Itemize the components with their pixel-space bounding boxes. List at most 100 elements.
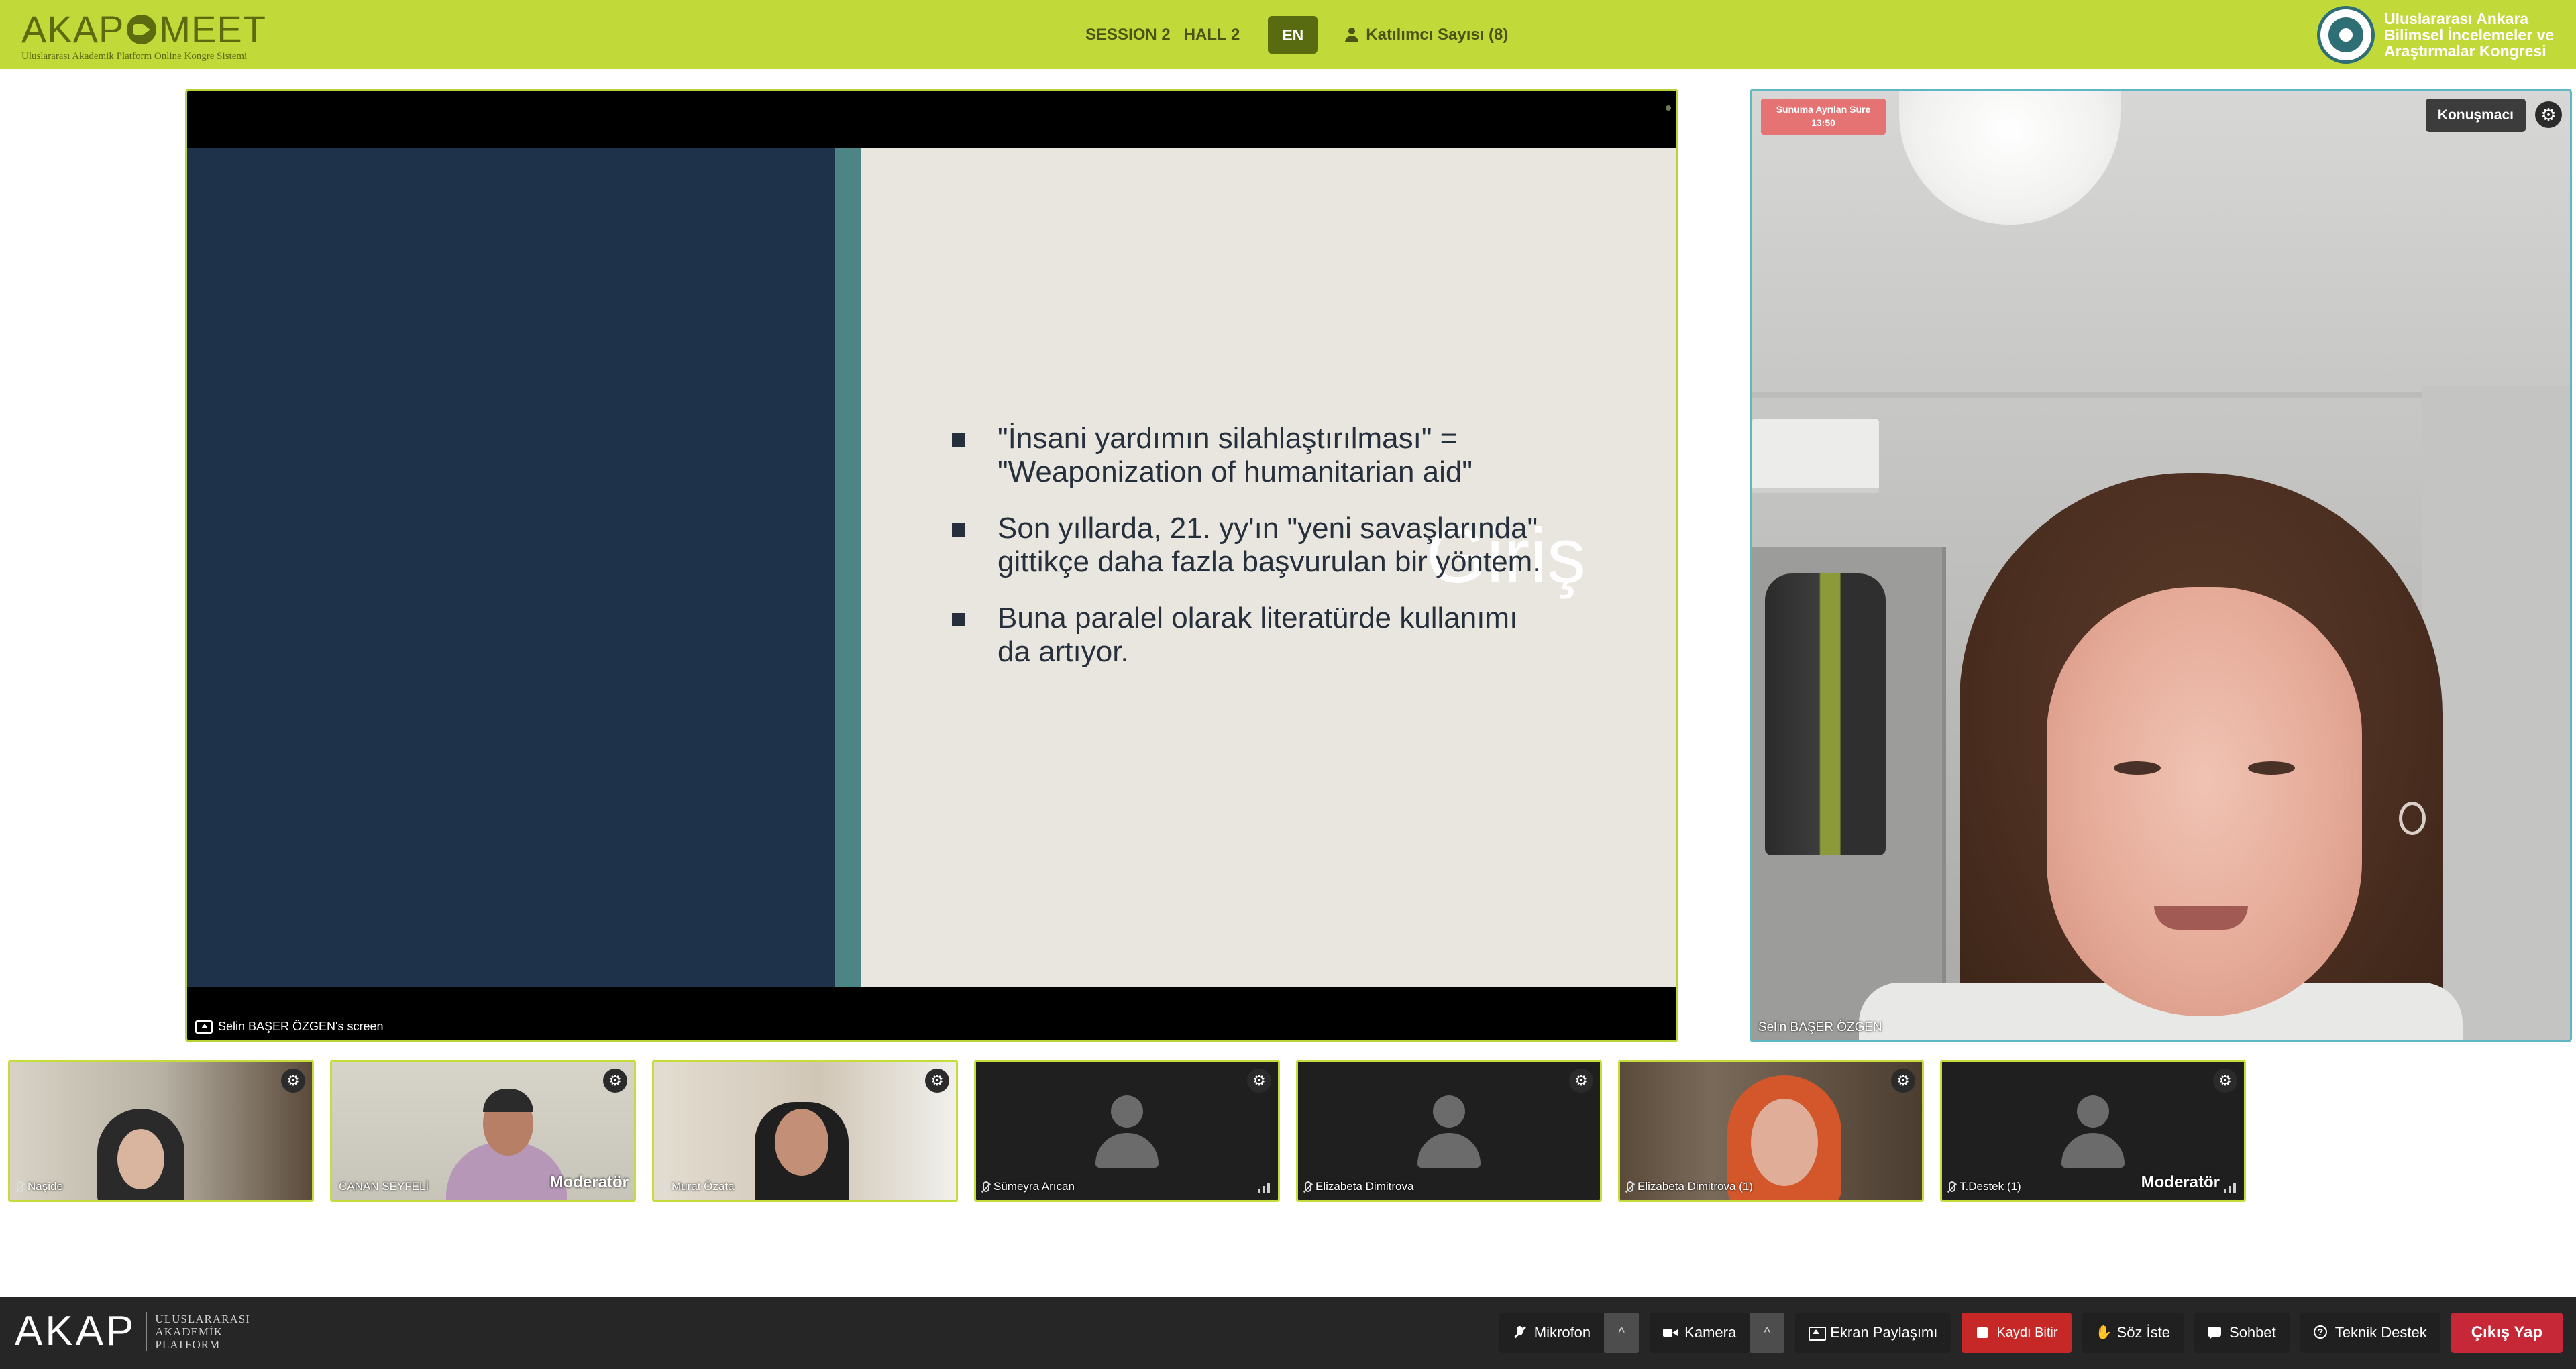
participant-tile[interactable]: ⚙ Elizabeta Dimitrova: [1296, 1060, 1602, 1202]
gear-icon[interactable]: ⚙: [1891, 1069, 1915, 1093]
gear-icon[interactable]: ⚙: [281, 1069, 305, 1093]
speaker-video-tile[interactable]: Sunuma Ayrılan Süre 13:50 Konuşmacı ⚙ Se…: [1750, 89, 2572, 1042]
screen-share-icon: [195, 1020, 213, 1034]
chat-bubble-icon: [2208, 1325, 2222, 1340]
participant-tile[interactable]: ⚙ Elizabeta Dimitrova (1): [1618, 1060, 1924, 1202]
logo-akap-text: AKAP: [21, 8, 125, 50]
session-info: SESSION 2 HALL 2 EN Katılımcı Sayısı (8): [1085, 16, 1508, 54]
hall-label: HALL 2: [1183, 25, 1240, 44]
participant-name-label: Elizabeta Dimitrova (1): [1627, 1180, 1753, 1193]
participant-face: [117, 1129, 164, 1189]
moderator-label: Moderatör: [549, 1173, 629, 1191]
raise-hand-button[interactable]: Söz İste: [2082, 1313, 2184, 1353]
mic-muted-icon: [1305, 1181, 1311, 1192]
speaker-role-badge: Konuşmacı: [2425, 99, 2526, 132]
gear-icon[interactable]: ⚙: [2535, 101, 2562, 128]
participant-tile[interactable]: ⚙ T.Destek (1) Moderatör: [1940, 1060, 2246, 1202]
ceiling-lamp: [1899, 91, 2121, 225]
screen-share-label: Selin BAŞER ÖZGEN's screen: [195, 1020, 384, 1034]
participant-face: [1751, 1099, 1818, 1186]
hand-icon: [2096, 1324, 2112, 1340]
gear-icon[interactable]: ⚙: [603, 1069, 627, 1093]
participant-hair: [483, 1089, 533, 1112]
meeting-controls: Mikrofon ^ Kamera ^ Ekran Paylaşımı Kayd…: [1499, 1312, 2576, 1354]
wall-panel: [2422, 386, 2570, 1040]
bottom-toolbar: AKAP ULUSLARARASI AKADEMİK PLATFORM Mikr…: [0, 1297, 2576, 1369]
participant-tile[interactable]: ⚙ Murat Özata: [652, 1060, 958, 1202]
slide-bullet: Buna paralel olarak literatürde kullanım…: [952, 602, 1542, 669]
logo-subtitle-line: AKADEMİK: [155, 1325, 223, 1338]
mic-muted-icon: [17, 1181, 23, 1192]
video-camera-icon: [1663, 1325, 1678, 1340]
participant-name-label: T.Destek (1): [1949, 1180, 2021, 1193]
speaker-mouth: [2154, 906, 2248, 930]
participant-name: Murat Özata: [672, 1180, 735, 1193]
congress-seal-icon: [2317, 6, 2375, 64]
gear-icon[interactable]: ⚙: [1247, 1069, 1271, 1093]
gear-icon[interactable]: ⚙: [925, 1069, 949, 1093]
participant-name: T.Destek (1): [1960, 1180, 2021, 1193]
gear-icon[interactable]: ⚙: [2213, 1069, 2237, 1093]
participant-tile[interactable]: ⚙ Sümeyra Arıcan: [974, 1060, 1280, 1202]
mic-muted-icon: [1513, 1325, 1527, 1340]
exit-button[interactable]: Çıkış Yap: [2451, 1313, 2563, 1353]
hanging-coats: [1765, 573, 1886, 855]
chat-label: Sohbet: [2229, 1324, 2276, 1341]
participant-count-button[interactable]: Katılımcı Sayısı (8): [1344, 25, 1508, 44]
participant-name: Elizabeta Dimitrova (1): [1638, 1180, 1753, 1193]
slide-left-panel: [187, 148, 835, 987]
technical-support-button[interactable]: Teknik Destek: [2300, 1313, 2440, 1353]
session-label: SESSION 2: [1085, 25, 1171, 44]
screen-share-icon: [1809, 1325, 1827, 1341]
signal-strength-icon: [2224, 1183, 2236, 1193]
logo-subtitle: Uluslararası Akademik Platform Online Ko…: [21, 51, 248, 62]
top-bar: AKAP MEET Uluslararası Akademik Platform…: [0, 0, 2576, 69]
logo-meet-text: MEET: [159, 8, 266, 50]
status-dot-icon: [1666, 105, 1671, 111]
screen-share-tile[interactable]: Giriş "İnsani yardımın silahlaştırılması…: [185, 89, 1678, 1042]
logo-divider: [146, 1312, 148, 1351]
moderator-label: Moderatör: [2141, 1173, 2220, 1191]
camera-options-caret[interactable]: ^: [1750, 1313, 1785, 1353]
congress-title: Uluslararası Ankara Bilimsel İncelemeler…: [2384, 10, 2555, 60]
participant-tile[interactable]: ⚙ CANAN SEYFELİ Moderatör: [330, 1060, 636, 1202]
technical-support-label: Teknik Destek: [2334, 1324, 2427, 1341]
logo-subtitle-line: PLATFORM: [155, 1337, 221, 1351]
participant-tile[interactable]: ⚙ Naşide: [8, 1060, 314, 1202]
participant-name-label: Elizabeta Dimitrova: [1305, 1180, 1413, 1193]
slide-bullet: Son yıllarda, 21. yy'ın "yeni savaşların…: [952, 512, 1542, 579]
congress-brand: Uluslararası Ankara Bilimsel İncelemeler…: [2317, 5, 2560, 64]
slide-divider-stripe: [835, 148, 861, 987]
microphone-button[interactable]: Mikrofon: [1499, 1313, 1605, 1353]
camera-logo-icon: [127, 15, 157, 44]
akap-logo-subtitle: ULUSLARARASI AKADEMİK PLATFORM: [155, 1313, 250, 1351]
camera-button[interactable]: Kamera: [1650, 1313, 1750, 1353]
participant-name-label: Naşide: [17, 1180, 63, 1193]
participant-name-label: CANAN SEYFELİ: [339, 1180, 429, 1193]
participant-name: Naşide: [28, 1180, 63, 1193]
participant-name: CANAN SEYFELİ: [339, 1180, 429, 1193]
speaker-eye: [2248, 761, 2295, 775]
screen-share-button[interactable]: Ekran Paylaşımı: [1795, 1313, 1951, 1353]
chat-button[interactable]: Sohbet: [2194, 1313, 2290, 1353]
akap-logo-text: AKAP: [15, 1308, 137, 1354]
akap-footer-logo: AKAP ULUSLARARASI AKADEMİK PLATFORM: [15, 1311, 250, 1352]
speaker-eye: [2114, 761, 2161, 775]
timer-label: Sunuma Ayrılan Süre: [1776, 104, 1871, 115]
signal-strength-icon: [1258, 1183, 1270, 1193]
person-icon: [1344, 28, 1359, 42]
raise-hand-label: Söz İste: [2116, 1324, 2171, 1341]
air-conditioner: [1752, 419, 1879, 493]
microphone-options-caret[interactable]: ^: [1604, 1313, 1640, 1353]
gear-icon[interactable]: ⚙: [1569, 1069, 1593, 1093]
stop-recording-button[interactable]: Kaydı Bitir: [1962, 1313, 2072, 1353]
participant-name-label: Sümeyra Arıcan: [983, 1180, 1075, 1193]
mic-muted-icon: [661, 1181, 667, 1192]
participant-name: Sümeyra Arıcan: [994, 1180, 1075, 1193]
mic-muted-icon: [1627, 1181, 1633, 1192]
mic-muted-icon: [1949, 1181, 1955, 1192]
slide-bullet: "İnsani yardımın silahlaştırılması" = "W…: [952, 422, 1542, 489]
speaker-earring: [2399, 802, 2426, 835]
speaker-face: [2047, 587, 2362, 1016]
language-button[interactable]: EN: [1268, 16, 1318, 54]
